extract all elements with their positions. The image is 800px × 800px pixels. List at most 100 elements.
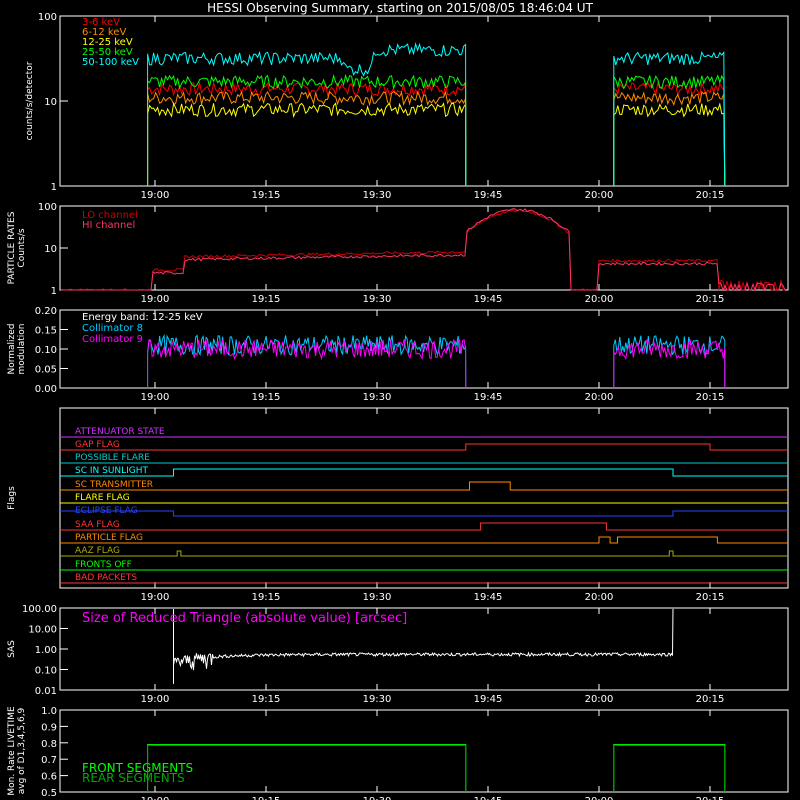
lightcurve-12-25 keV bbox=[147, 101, 726, 187]
y-tick-label: 0.8 bbox=[41, 739, 57, 750]
x-tick-label: 19:15 bbox=[252, 694, 281, 705]
y-axis-label: Flags bbox=[7, 486, 17, 510]
x-tick-label: 19:45 bbox=[474, 592, 503, 603]
lightcurve-6-12 keV bbox=[147, 90, 726, 187]
x-tick-label: 19:30 bbox=[363, 190, 392, 201]
y-tick-label: 1.00 bbox=[35, 645, 57, 656]
y-tick-label: 0.7 bbox=[41, 755, 57, 766]
flag-label: BAD PACKETS bbox=[75, 573, 137, 583]
x-tick-label: 19:15 bbox=[252, 294, 281, 305]
legend-entry: Collimator 8 bbox=[82, 323, 143, 334]
y-tick-label: 100 bbox=[38, 12, 57, 23]
x-tick-label: 19:30 bbox=[363, 592, 392, 603]
x-tick-label: 19:30 bbox=[363, 796, 392, 800]
x-tick-label: 19:00 bbox=[141, 294, 170, 305]
x-tick-label: 20:00 bbox=[585, 392, 614, 403]
x-tick-label: 19:15 bbox=[252, 796, 281, 800]
y-axis-label: SAS bbox=[7, 640, 17, 658]
y-axis-label: counts/s/detector bbox=[25, 61, 35, 140]
y-tick-label: 100.00 bbox=[22, 604, 57, 615]
flag-label: POSSIBLE FLARE bbox=[75, 453, 150, 463]
y-tick-label: 0.00 bbox=[35, 384, 57, 395]
x-tick-label: 20:00 bbox=[585, 796, 614, 800]
flag-line bbox=[60, 536, 788, 544]
x-tick-label: 19:15 bbox=[252, 190, 281, 201]
y-tick-label: 0.10 bbox=[35, 345, 57, 356]
legend-entry: REAR SEGMENTS bbox=[82, 771, 185, 785]
x-tick-label: 20:00 bbox=[585, 592, 614, 603]
sas-annotation: Size of Reduced Triangle (absolute value… bbox=[82, 611, 407, 626]
x-tick-label: 19:45 bbox=[474, 694, 503, 705]
x-tick-label: 19:00 bbox=[141, 694, 170, 705]
flag-label: FLARE FLAG bbox=[75, 493, 130, 503]
x-tick-label: 19:30 bbox=[363, 294, 392, 305]
flag-label: GAP FLAG bbox=[75, 440, 120, 450]
x-tick-label: 20:15 bbox=[696, 294, 725, 305]
x-tick-label: 20:00 bbox=[585, 694, 614, 705]
x-tick-label: 20:15 bbox=[696, 694, 725, 705]
x-tick-label: 19:15 bbox=[252, 592, 281, 603]
y-axis-label: Normalized bbox=[7, 323, 17, 374]
particle-LO channel bbox=[60, 209, 785, 292]
figure-title: HESSI Observing Summary, starting on 201… bbox=[207, 1, 593, 15]
y-tick-label: 1 bbox=[51, 182, 57, 193]
x-tick-label: 20:00 bbox=[585, 190, 614, 201]
y-axis-label-2: Counts/s bbox=[17, 228, 27, 267]
flag-line bbox=[60, 510, 788, 517]
y-axis-label-2: modulation bbox=[17, 324, 27, 375]
y-tick-label: 0.10 bbox=[35, 666, 57, 677]
x-tick-label: 20:00 bbox=[585, 294, 614, 305]
panel-frame-lightcurves bbox=[59, 15, 789, 187]
y-tick-label: 10 bbox=[44, 244, 57, 255]
flag-label: SC TRANSMITTER bbox=[75, 480, 153, 490]
x-tick-label: 20:15 bbox=[696, 796, 725, 800]
y-tick-label: 0.15 bbox=[35, 326, 57, 337]
y-tick-label: 1.0 bbox=[41, 706, 57, 717]
legend-entry: 50-100 keV bbox=[82, 57, 139, 68]
flag-line bbox=[60, 481, 788, 491]
y-tick-label: 100 bbox=[38, 202, 57, 213]
lightcurve-3-6 keV bbox=[147, 81, 726, 187]
livetime-FRONT SEGMENTS bbox=[147, 743, 726, 792]
legend-title: Energy band: 12-25 keV bbox=[82, 312, 203, 323]
flag-label: AAZ FLAG bbox=[75, 546, 120, 556]
y-tick-label: 0.20 bbox=[35, 306, 57, 317]
x-tick-label: 19:45 bbox=[474, 392, 503, 403]
y-tick-label: 0.5 bbox=[41, 788, 57, 799]
y-tick-label: 0.05 bbox=[35, 365, 57, 376]
flag-line bbox=[60, 468, 788, 477]
panels-group: 19:00 19:15 19:30 19:45 20:00 20:15 1 10 100 coun… bbox=[7, 12, 789, 800]
panel-frame-flags bbox=[59, 407, 789, 589]
y-tick-label: 0.01 bbox=[35, 686, 57, 697]
figure-canvas: HESSI Observing Summary, starting on 201… bbox=[7, 1, 789, 800]
particle-HI channel bbox=[61, 208, 786, 292]
x-tick-label: 19:30 bbox=[363, 392, 392, 403]
x-tick-label: 19:45 bbox=[474, 190, 503, 201]
flag-line bbox=[60, 550, 788, 557]
flag-label: SC IN SUNLIGHT bbox=[75, 466, 149, 476]
flag-label: FRONTS OFF bbox=[75, 560, 132, 570]
x-tick-label: 19:00 bbox=[141, 796, 170, 800]
x-tick-label: 19:00 bbox=[141, 592, 170, 603]
x-tick-label: 20:15 bbox=[696, 392, 725, 403]
x-tick-label: 20:15 bbox=[696, 592, 725, 603]
x-tick-label: 20:15 bbox=[696, 190, 725, 201]
y-axis-label: Mon. Rate LIVETIME bbox=[7, 706, 17, 796]
flag-line bbox=[60, 443, 788, 451]
y-tick-label: 10 bbox=[44, 97, 57, 108]
y-tick-label: 0.9 bbox=[41, 722, 57, 733]
y-tick-label: 10.00 bbox=[28, 625, 57, 636]
lightcurve-25-50 keV bbox=[147, 73, 726, 187]
y-tick-label: 0.6 bbox=[41, 772, 57, 783]
panel-frame-particle_rates bbox=[59, 205, 789, 291]
x-tick-label: 19:30 bbox=[363, 694, 392, 705]
livetime-REAR SEGMENTS bbox=[147, 744, 726, 792]
y-tick-label: 1 bbox=[51, 286, 57, 297]
y-axis-label-2: avg of D1,3,4,5,6,9 bbox=[17, 707, 27, 794]
x-tick-label: 19:45 bbox=[474, 796, 503, 800]
x-tick-label: 19:45 bbox=[474, 294, 503, 305]
flag-label: PARTICLE FLAG bbox=[75, 533, 143, 543]
flag-label: SAA FLAG bbox=[75, 520, 120, 530]
lightcurve-50-100 keV bbox=[147, 42, 726, 187]
legend-entry: HI channel bbox=[82, 220, 135, 231]
